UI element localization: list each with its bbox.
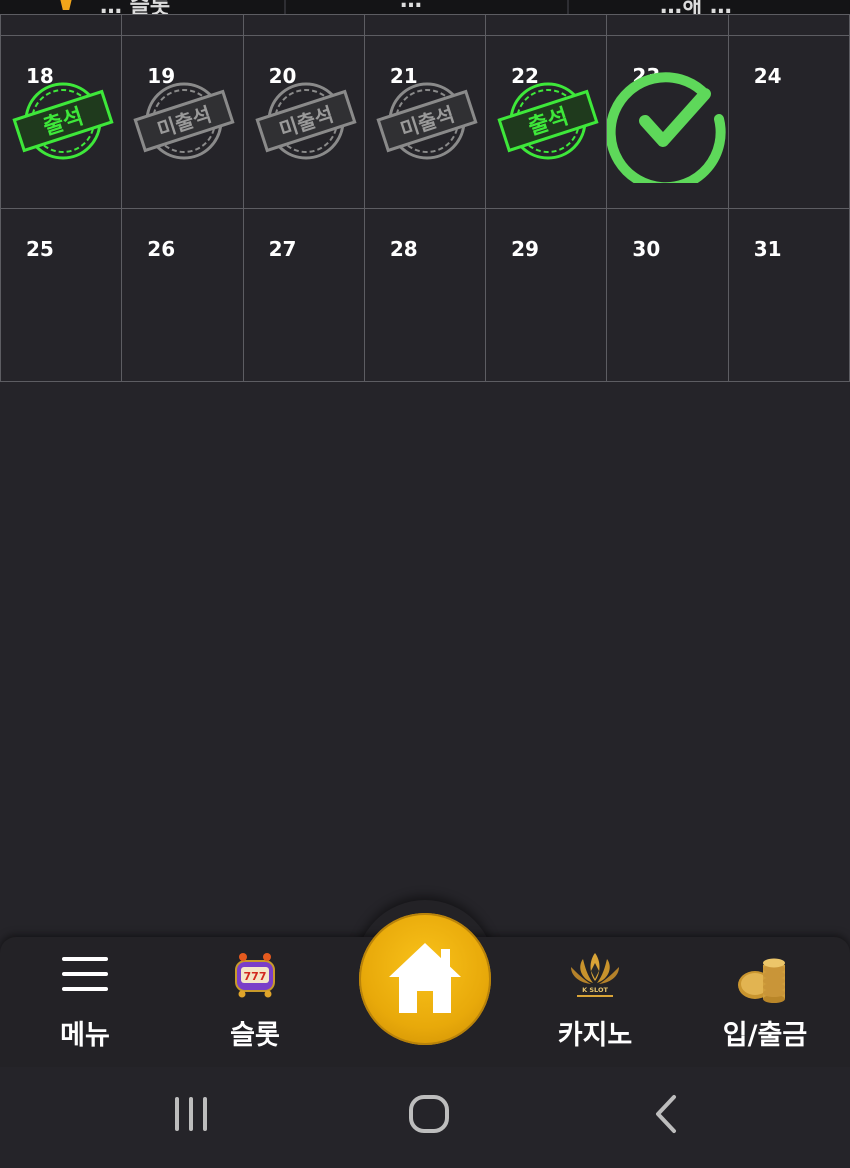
- calendar-day-cell[interactable]: 18 출석: [0, 35, 123, 209]
- day-number: 24: [753, 64, 782, 88]
- day-number: 26: [147, 237, 176, 261]
- nav-slot-button[interactable]: 777 슬롯: [185, 937, 325, 1057]
- tab-divider: [284, 0, 286, 14]
- nav-deposit-withdraw-button[interactable]: 입/출금: [695, 937, 835, 1057]
- calendar-week: 25 26 27 28 29 30 31: [0, 208, 850, 382]
- tab-middle[interactable]: …: [400, 0, 422, 13]
- calendar-day-cell[interactable]: 26: [121, 208, 244, 382]
- attended-stamp-icon: 출석: [12, 82, 114, 160]
- nav-deposit-withdraw-label: 입/출금: [722, 1020, 808, 1051]
- calendar-cell: [485, 14, 608, 36]
- calendar-day-cell[interactable]: 21 미출석: [363, 35, 487, 209]
- calendar-day-cell[interactable]: 31: [727, 208, 850, 382]
- recent-apps-icon[interactable]: [172, 1096, 210, 1132]
- back-icon[interactable]: [652, 1094, 682, 1134]
- day-number: 28: [389, 237, 418, 261]
- calendar-day-cell[interactable]: 24: [727, 35, 850, 209]
- nav-casino-button[interactable]: K SLOT 카지노: [525, 937, 665, 1057]
- coins-icon: [738, 958, 785, 1003]
- day-number: 29: [511, 237, 539, 261]
- nav-slot-label: 슬롯: [230, 1020, 280, 1051]
- calendar-day-cell[interactable]: 29: [485, 208, 608, 382]
- calendar-cell: [363, 14, 487, 36]
- nav-casino-label: 카지노: [557, 1020, 633, 1051]
- calendar-day-cell[interactable]: 30: [606, 208, 729, 382]
- attended-stamp-icon: 출석: [497, 82, 599, 160]
- svg-text:777: 777: [244, 970, 267, 983]
- attendance-calendar: 18 출석 19 미출석 20 미출석 21 미출석 22 출석 23 24 2…: [0, 14, 850, 382]
- day-number: 27: [268, 237, 297, 261]
- slot-machine-icon: 777: [235, 953, 275, 998]
- calendar-day-cell-today[interactable]: 23: [606, 35, 729, 209]
- checkmark-icon: [607, 72, 727, 183]
- home-icon: [389, 943, 461, 1013]
- hamburger-icon: [62, 957, 108, 991]
- home-button[interactable]: [359, 913, 491, 1045]
- nav-menu-label: 메뉴: [60, 1020, 110, 1051]
- day-number: 31: [753, 237, 782, 261]
- absent-stamp-icon: 미출석: [376, 82, 478, 160]
- calendar-cell: [0, 14, 123, 36]
- absent-stamp-icon: 미출석: [254, 82, 357, 160]
- tab-divider: [567, 0, 569, 14]
- day-number: 30: [632, 237, 661, 261]
- calendar-cell: [121, 14, 244, 36]
- system-nav-bar: [0, 1067, 850, 1168]
- top-tab-bar: … 슬롯 … …해 …: [0, 0, 850, 19]
- casino-logo-text: K SLOT: [582, 986, 608, 994]
- tab-accent-icon: [58, 0, 74, 10]
- calendar-week: 18 출석 19 미출석 20 미출석 21 미출석 22 출석 23 24: [0, 35, 850, 209]
- nav-menu-button[interactable]: 메뉴: [15, 937, 155, 1057]
- system-home-icon[interactable]: [408, 1094, 450, 1134]
- calendar-cell: [727, 14, 850, 36]
- calendar-day-cell[interactable]: 27: [242, 208, 365, 382]
- day-number: 25: [26, 237, 54, 261]
- casino-logo-icon: K SLOT: [571, 953, 619, 997]
- calendar-day-cell[interactable]: 28: [363, 208, 487, 382]
- calendar-cell: [606, 14, 729, 36]
- calendar-day-cell[interactable]: 19 미출석: [121, 35, 244, 209]
- calendar-row-previous: [0, 14, 850, 36]
- calendar-day-cell[interactable]: 22 출석: [485, 35, 608, 209]
- calendar-day-cell[interactable]: 25: [0, 208, 123, 382]
- calendar-day-cell[interactable]: 20 미출석: [242, 35, 365, 209]
- absent-stamp-icon: 미출석: [133, 82, 235, 160]
- calendar-cell: [242, 14, 365, 36]
